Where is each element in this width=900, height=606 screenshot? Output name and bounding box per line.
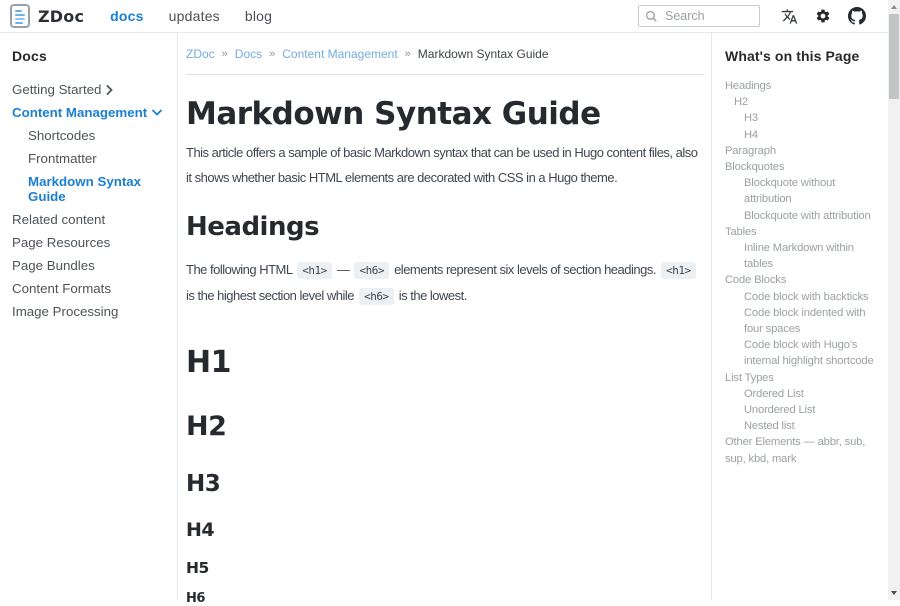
breadcrumb-separator: »	[269, 48, 275, 60]
breadcrumb-divider	[186, 74, 705, 75]
breadcrumb-current: Markdown Syntax Guide	[418, 47, 549, 61]
nav-item-docs[interactable]: docs	[110, 8, 143, 24]
toc-item-inline-markdown-within-tables[interactable]: Inline Markdown within tables	[725, 240, 882, 272]
sidebar-item-getting-started[interactable]: Getting Started	[12, 78, 171, 101]
scrollbar-thumb[interactable]	[889, 14, 899, 99]
sidebar-item-label: Content Management	[12, 105, 147, 120]
main-content: ZDoc » Docs » Content Management » Markdown Sy…	[178, 33, 711, 600]
sidebar-title: Docs	[12, 48, 171, 64]
toc-item-code-block-indented-with-four-spaces[interactable]: Code block indented with four spaces	[725, 305, 882, 337]
demo-heading-h5: H5	[186, 560, 705, 577]
toc-title: What's on this Page	[725, 48, 882, 64]
sidebar-item-page-resources[interactable]: Page Resources	[12, 231, 171, 254]
toc-item-code-block-with-backticks[interactable]: Code block with backticks	[725, 289, 882, 305]
demo-headings: H1 H2 H3 H4 H5 H6	[186, 347, 705, 606]
chevron-right-icon	[106, 85, 113, 95]
search-icon	[645, 10, 658, 23]
toc-item-blockquote-with-attribution[interactable]: Blockquote with attribution	[725, 208, 882, 224]
toc-item-blockquote-without-attribution[interactable]: Blockquote without attribution	[725, 175, 882, 207]
demo-heading-h4: H4	[186, 520, 705, 541]
headings-paragraph: The following HTML <h1> — <h6> elements …	[186, 258, 705, 309]
breadcrumb-separator: »	[405, 48, 411, 60]
top-navbar: ZDoc docs updates blog	[0, 0, 900, 33]
intro-paragraph: This article offers a sample of basic Ma…	[186, 141, 705, 190]
sidebar-item-shortcodes[interactable]: Shortcodes	[12, 124, 171, 147]
sidebar-item-page-bundles[interactable]: Page Bundles	[12, 254, 171, 277]
sidebar-item-content-management[interactable]: Content Management	[12, 101, 171, 124]
page-title: Markdown Syntax Guide	[186, 97, 705, 131]
search-input[interactable]	[663, 8, 753, 24]
breadcrumb: ZDoc » Docs » Content Management » Markdown Sy…	[186, 47, 705, 61]
scrollbar-down-arrow[interactable]	[891, 591, 897, 595]
sidebar-item-related-content[interactable]: Related content	[12, 208, 171, 231]
sidebar-item-markdown-syntax-guide[interactable]: Markdown Syntax Guide	[12, 170, 171, 208]
toc-item-tables[interactable]: Tables	[725, 224, 882, 240]
inline-code: <h6>	[359, 288, 394, 305]
sidebar-item-content-formats[interactable]: Content Formats	[12, 277, 171, 300]
scrollbar-up-arrow[interactable]	[891, 5, 897, 9]
toc-item-blockquotes[interactable]: Blockquotes	[725, 159, 882, 175]
sidebar-item-label: Page Resources	[12, 235, 110, 250]
toc-item-h3[interactable]: H3	[725, 110, 882, 126]
sidebar-item-image-processing[interactable]: Image Processing	[12, 300, 171, 323]
inline-code: <h1>	[661, 262, 696, 279]
toc-item-h2[interactable]: H2	[725, 94, 882, 110]
headings-section-title: Headings	[186, 212, 705, 242]
github-icon[interactable]	[848, 7, 866, 25]
toc-item-headings[interactable]: Headings	[725, 78, 882, 94]
breadcrumb-link-zdoc[interactable]: ZDoc	[186, 47, 215, 61]
settings-gear-icon[interactable]	[815, 8, 831, 24]
toc-item-list-types[interactable]: List Types	[725, 370, 882, 386]
sidebar-item-label: Page Bundles	[12, 258, 95, 273]
sidebar-item-label: Content Formats	[12, 281, 111, 296]
sidebar-item-label: Shortcodes	[28, 128, 95, 143]
page-body: Docs Getting Started Content Management Sh…	[0, 33, 900, 600]
toc-item-code-blocks[interactable]: Code Blocks	[725, 272, 882, 288]
sidebar-item-label: Related content	[12, 212, 105, 227]
sidebar-item-label: Image Processing	[12, 304, 118, 319]
demo-heading-h1: H1	[186, 347, 705, 379]
toc-item-paragraph[interactable]: Paragraph	[725, 143, 882, 159]
nav-item-updates[interactable]: updates	[169, 8, 220, 24]
toc-item-other-elements-abbr-sub-sup-kbd-mark[interactable]: Other Elements — abbr, sub, sup, kbd, ma…	[725, 434, 882, 466]
breadcrumb-link-content-management[interactable]: Content Management	[282, 47, 397, 61]
demo-heading-h3: H3	[186, 472, 705, 497]
demo-heading-h2: H2	[186, 412, 705, 441]
nav-item-blog[interactable]: blog	[245, 8, 272, 24]
navbar-right	[638, 5, 866, 27]
toc-sidebar: What's on this Page HeadingsH2H3H4Paragr…	[711, 33, 888, 600]
toc-item-nested-list[interactable]: Nested list	[725, 418, 882, 434]
breadcrumb-separator: »	[222, 48, 228, 60]
brand-title[interactable]: ZDoc	[38, 7, 84, 26]
toc-item-code-block-with-hugo-s-internal-highlight-shortcode[interactable]: Code block with Hugo's internal highligh…	[725, 337, 882, 369]
page-scrollbar[interactable]	[888, 0, 900, 600]
docs-sidebar: Docs Getting Started Content Management Sh…	[0, 33, 178, 600]
breadcrumb-link-docs[interactable]: Docs	[235, 47, 262, 61]
search-box[interactable]	[638, 5, 760, 27]
translate-icon[interactable]	[781, 8, 798, 25]
toc-item-unordered-list[interactable]: Unordered List	[725, 402, 882, 418]
demo-heading-h6: H6	[186, 591, 705, 606]
toc-list: HeadingsH2H3H4ParagraphBlockquotesBlockq…	[725, 78, 882, 467]
sidebar-item-frontmatter[interactable]: Frontmatter	[12, 147, 171, 170]
sidebar-item-label: Markdown Syntax Guide	[28, 174, 171, 204]
inline-code: <h6>	[354, 262, 389, 279]
sidebar-item-label: Frontmatter	[28, 151, 97, 166]
zdoc-logo-icon	[10, 4, 30, 28]
toc-item-ordered-list[interactable]: Ordered List	[725, 386, 882, 402]
toc-item-h4[interactable]: H4	[725, 127, 882, 143]
sidebar-item-label: Getting Started	[12, 82, 101, 97]
nav-links: docs updates blog	[110, 8, 272, 24]
sidebar-list: Getting Started Content Management Shortco…	[12, 78, 171, 323]
chevron-down-icon	[152, 109, 162, 116]
inline-code: <h1>	[297, 262, 332, 279]
